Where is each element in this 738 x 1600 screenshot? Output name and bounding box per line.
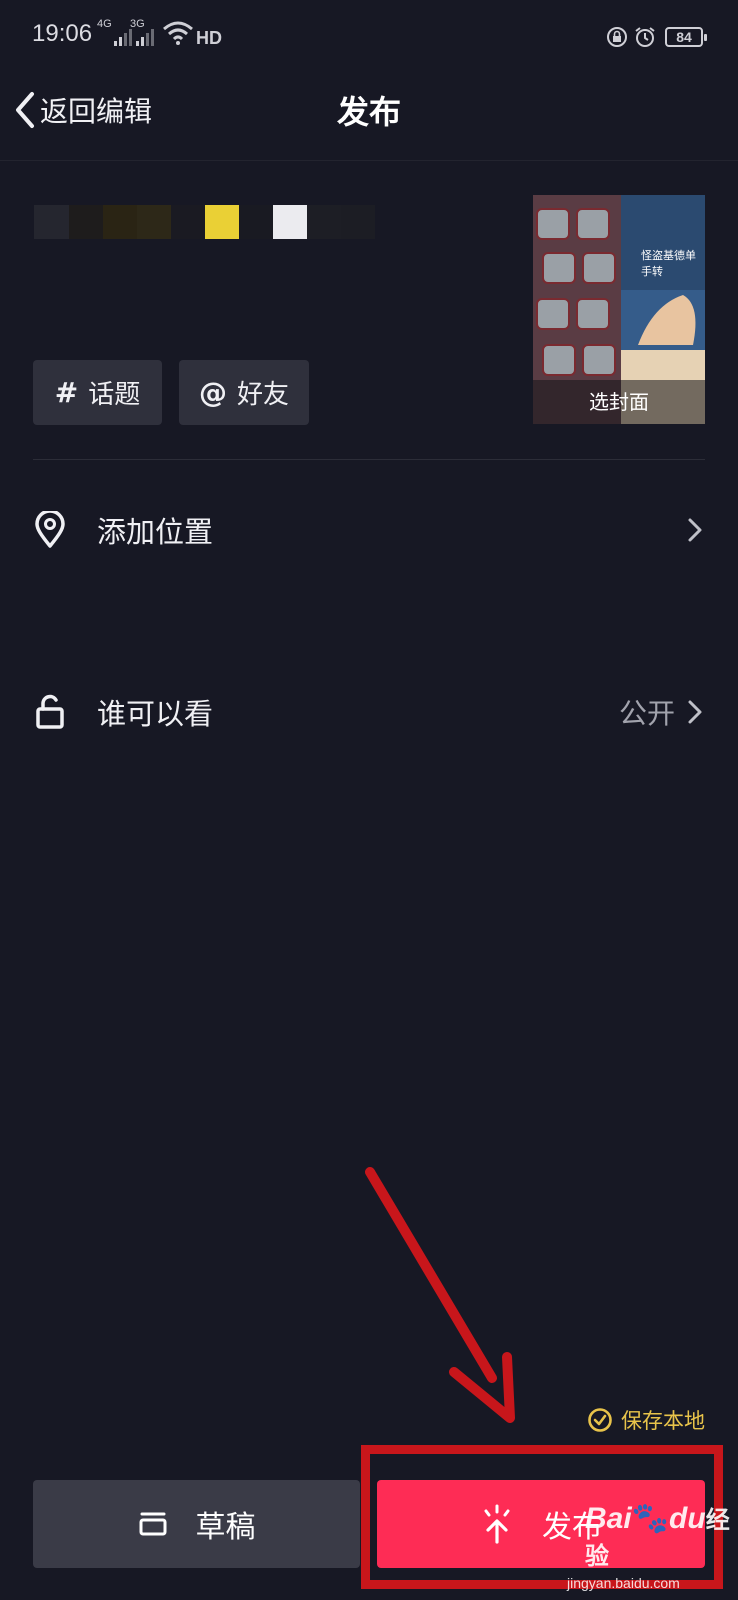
paw-icon: 🐾 (631, 1502, 670, 1535)
annotation-arrow (365, 1167, 515, 1423)
watermark-brand: Bai (585, 1502, 632, 1535)
baidu-watermark: Bai🐾du经验 jingyan.baidu.com (567, 1500, 738, 1591)
watermark-url: jingyan.baidu.com (567, 1575, 680, 1591)
watermark-brand-2: du (669, 1502, 706, 1535)
